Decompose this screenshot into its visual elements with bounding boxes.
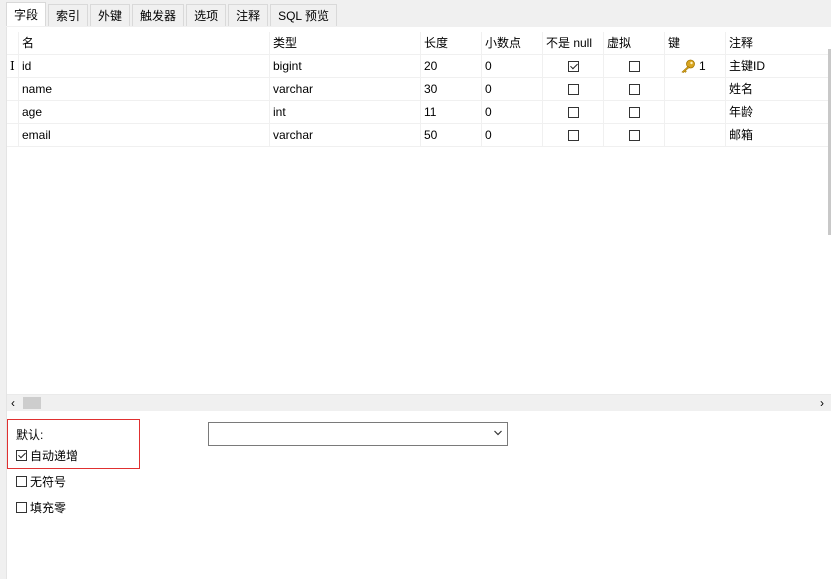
- not-null-cell: [543, 55, 604, 77]
- auto-increment-label: 自动递增: [30, 449, 79, 463]
- virtual-checkbox[interactable]: [628, 130, 640, 142]
- chevron-right-icon[interactable]: ›: [820, 396, 824, 410]
- tab-comment[interactable]: 注释: [228, 4, 269, 26]
- virtual-checkbox[interactable]: [628, 84, 640, 96]
- unsigned-label: 无符号: [30, 475, 67, 489]
- tab-triggers[interactable]: 触发器: [132, 4, 185, 26]
- field-decimals-cell[interactable]: 0: [482, 78, 543, 100]
- virtual-cell: [604, 78, 665, 100]
- field-length-cell[interactable]: 11: [421, 101, 482, 123]
- unsigned-option[interactable]: 无符号: [16, 473, 66, 490]
- fields-panel: 名 类型 长度 小数点 不是 null 虚拟 键 注释 I id bigint …: [6, 27, 831, 579]
- virtual-cell: [604, 55, 665, 77]
- key-cell[interactable]: 1: [665, 55, 726, 77]
- table-row[interactable]: email varchar 50 0 邮箱: [7, 124, 828, 147]
- fields-grid: 名 类型 长度 小数点 不是 null 虚拟 键 注释 I id bigint …: [7, 32, 828, 147]
- field-type-cell[interactable]: bigint: [270, 55, 421, 77]
- virtual-cell: [604, 124, 665, 146]
- header-indicator: [7, 32, 19, 54]
- field-properties-panel: 默认: 自动递增 无符号 填充零: [7, 411, 831, 579]
- col-header-virtual[interactable]: 虚拟: [604, 32, 665, 54]
- virtual-cell: [604, 101, 665, 123]
- auto-increment-option[interactable]: 自动递增: [16, 447, 78, 464]
- field-name-cell[interactable]: name: [19, 78, 270, 100]
- not-null-cell: [543, 78, 604, 100]
- field-name-cell[interactable]: age: [19, 101, 270, 123]
- field-length-cell[interactable]: 30: [421, 78, 482, 100]
- zerofill-label: 填充零: [30, 501, 67, 515]
- field-type-cell[interactable]: varchar: [270, 78, 421, 100]
- key-cell[interactable]: [665, 124, 726, 146]
- not-null-checkbox[interactable]: [567, 130, 579, 142]
- not-null-cell: [543, 101, 604, 123]
- auto-increment-checkbox[interactable]: [16, 450, 27, 461]
- col-header-type[interactable]: 类型: [270, 32, 421, 54]
- tab-sql-preview[interactable]: SQL 预览: [270, 4, 337, 26]
- default-value-select[interactable]: [208, 422, 508, 446]
- virtual-checkbox[interactable]: [628, 107, 640, 119]
- not-null-checkbox[interactable]: [567, 61, 579, 73]
- field-comment-cell[interactable]: 年龄: [726, 101, 828, 123]
- col-header-not-null[interactable]: 不是 null: [543, 32, 604, 54]
- tab-indexes[interactable]: 索引: [48, 4, 89, 26]
- not-null-checkbox[interactable]: [567, 107, 579, 119]
- tab-bar: 字段 索引 外键 触发器 选项 注释 SQL 预览: [6, 2, 339, 28]
- row-indicator: I: [7, 55, 19, 77]
- field-comment-cell[interactable]: 姓名: [726, 78, 828, 100]
- key-order: 1: [699, 59, 706, 73]
- not-null-checkbox[interactable]: [567, 84, 579, 96]
- not-null-cell: [543, 124, 604, 146]
- row-indicator: [7, 124, 19, 146]
- key-icon: [681, 59, 695, 73]
- row-indicator: [7, 101, 19, 123]
- chevron-left-icon[interactable]: ‹: [11, 396, 15, 410]
- table-row[interactable]: age int 11 0 年龄: [7, 101, 828, 124]
- col-header-comment[interactable]: 注释: [726, 32, 828, 54]
- col-header-name[interactable]: 名: [19, 32, 270, 54]
- field-comment-cell[interactable]: 邮箱: [726, 124, 828, 146]
- field-decimals-cell[interactable]: 0: [482, 101, 543, 123]
- zerofill-option[interactable]: 填充零: [16, 499, 66, 516]
- field-decimals-cell[interactable]: 0: [482, 55, 543, 77]
- field-decimals-cell[interactable]: 0: [482, 124, 543, 146]
- scrollbar-thumb[interactable]: [23, 397, 41, 409]
- zerofill-checkbox[interactable]: [16, 502, 27, 513]
- unsigned-checkbox[interactable]: [16, 476, 27, 487]
- col-header-key[interactable]: 键: [665, 32, 726, 54]
- field-type-cell[interactable]: int: [270, 101, 421, 123]
- field-length-cell[interactable]: 50: [421, 124, 482, 146]
- col-header-decimals[interactable]: 小数点: [482, 32, 543, 54]
- table-row[interactable]: name varchar 30 0 姓名: [7, 78, 828, 101]
- field-comment-cell[interactable]: 主键ID: [726, 55, 828, 77]
- row-indicator: [7, 78, 19, 100]
- table-row[interactable]: I id bigint 20 0 1 主键ID: [7, 55, 828, 78]
- key-cell[interactable]: [665, 78, 726, 100]
- virtual-checkbox[interactable]: [628, 61, 640, 73]
- tab-foreign-keys[interactable]: 外键: [90, 4, 131, 26]
- field-name-cell[interactable]: email: [19, 124, 270, 146]
- horizontal-scrollbar[interactable]: ‹ ›: [7, 394, 831, 411]
- chevron-down-icon: [494, 430, 502, 436]
- col-header-length[interactable]: 长度: [421, 32, 482, 54]
- tab-fields[interactable]: 字段: [6, 2, 47, 26]
- i-beam-cursor-icon: I: [10, 59, 15, 73]
- key-cell[interactable]: [665, 101, 726, 123]
- default-label: 默认:: [16, 428, 44, 442]
- field-type-cell[interactable]: varchar: [270, 124, 421, 146]
- field-name-cell[interactable]: id: [19, 55, 270, 77]
- grid-header: 名 类型 长度 小数点 不是 null 虚拟 键 注释: [7, 32, 828, 55]
- tab-options[interactable]: 选项: [186, 4, 227, 26]
- field-length-cell[interactable]: 20: [421, 55, 482, 77]
